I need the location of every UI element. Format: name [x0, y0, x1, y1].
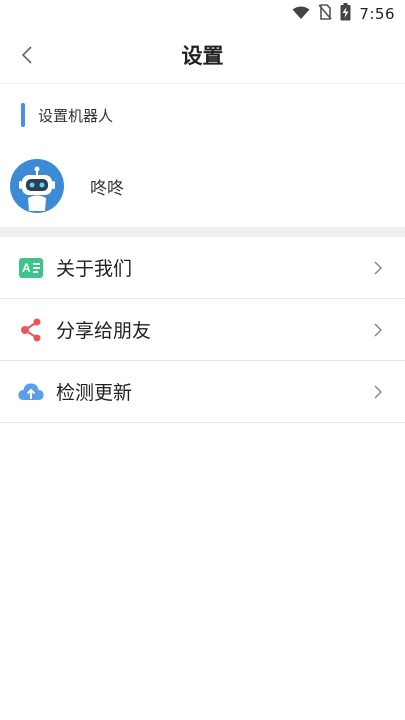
share-icon	[18, 317, 44, 343]
section-header: 设置机器人	[21, 101, 113, 129]
menu-item-label: 检测更新	[56, 382, 133, 404]
menu-item-check-update[interactable]: 检测更新	[0, 361, 405, 423]
menu-item-label: 关于我们	[56, 258, 133, 280]
robot-profile-row[interactable]: 咚咚	[10, 158, 124, 214]
page-title: 设置	[181, 44, 224, 68]
menu-item-share[interactable]: 分享给朋友	[0, 299, 405, 361]
menu-item-about[interactable]: A 关于我们	[0, 237, 405, 299]
status-time: 7:56	[359, 5, 395, 23]
section-label: 设置机器人	[38, 106, 114, 125]
menu-item-label: 分享给朋友	[56, 320, 152, 342]
chevron-right-icon	[371, 382, 385, 402]
settings-menu: A 关于我们 分享给朋友 检测更新	[0, 237, 405, 423]
status-bar: 7:56	[0, 0, 405, 28]
no-sim-icon	[318, 4, 332, 24]
robot-icon	[10, 159, 64, 213]
battery-charging-icon	[340, 3, 351, 25]
about-card-icon: A	[18, 255, 44, 281]
chevron-right-icon	[371, 258, 385, 278]
status-icons: 7:56	[292, 3, 395, 25]
cloud-upload-icon	[18, 379, 44, 405]
section-divider	[0, 227, 405, 237]
section-accent-bar	[21, 103, 25, 127]
robot-name: 咚咚	[90, 178, 124, 199]
chevron-right-icon	[371, 320, 385, 340]
wifi-icon	[292, 5, 310, 24]
avatar	[10, 159, 64, 213]
nav-bar: 设置	[0, 28, 405, 84]
svg-text:A: A	[22, 261, 31, 275]
